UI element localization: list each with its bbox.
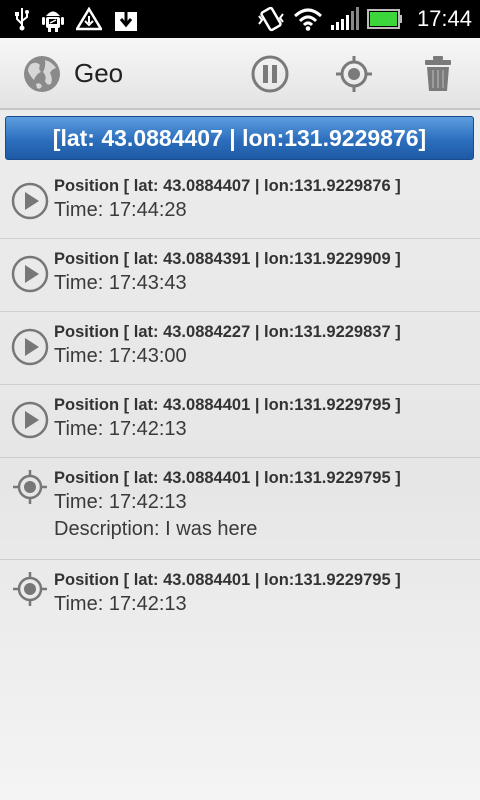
warning-icon xyxy=(76,7,102,31)
signal-icon xyxy=(330,7,359,31)
play-icon[interactable] xyxy=(11,328,49,366)
vibrate-icon xyxy=(257,6,285,32)
android-debug-icon xyxy=(42,6,64,32)
play-icon[interactable] xyxy=(11,401,49,439)
list-item[interactable]: Position [ lat: 43.0884401 | lon:131.922… xyxy=(0,458,480,560)
current-position-banner: [lat: 43.0884407 | lon:131.9229876] xyxy=(5,116,474,160)
position-list: Position [ lat: 43.0884407 | lon:131.922… xyxy=(0,166,480,633)
trash-icon xyxy=(418,54,458,94)
clock: 17:44 xyxy=(416,6,472,31)
position-text: Position [ lat: 43.0884407 | lon:131.922… xyxy=(54,177,401,195)
globe-icon[interactable] xyxy=(22,54,62,94)
delete-button[interactable] xyxy=(418,54,458,94)
position-text: Position [ lat: 43.0884401 | lon:131.922… xyxy=(54,571,401,589)
status-bar: 17:44 xyxy=(0,0,480,38)
play-icon[interactable] xyxy=(11,182,49,220)
time-text: Time: 17:43:43 xyxy=(54,272,187,294)
target-icon xyxy=(11,468,49,506)
notification-icons xyxy=(14,6,138,32)
wifi-icon xyxy=(293,7,323,31)
locate-icon xyxy=(334,54,374,94)
pause-button[interactable] xyxy=(250,54,290,94)
list-item[interactable]: Position [ lat: 43.0884407 | lon:131.922… xyxy=(0,166,480,239)
download-icon xyxy=(114,6,138,32)
time-text: Time: 17:44:28 xyxy=(54,199,187,221)
app-title: Geo xyxy=(74,58,124,88)
action-bar: Geo xyxy=(0,38,480,110)
pause-icon xyxy=(250,54,290,94)
description-text: Description: I was here xyxy=(54,518,258,540)
locate-button[interactable] xyxy=(334,54,374,94)
position-text: Position [ lat: 43.0884227 | lon:131.922… xyxy=(54,323,401,341)
position-text: Position [ lat: 43.0884401 | lon:131.922… xyxy=(54,469,401,487)
list-item[interactable]: Position [ lat: 43.0884401 | lon:131.922… xyxy=(0,560,480,633)
time-text: Time: 17:42:13 xyxy=(54,418,187,440)
time-text: Time: 17:42:13 xyxy=(54,491,187,513)
list-item[interactable]: Position [ lat: 43.0884227 | lon:131.922… xyxy=(0,312,480,385)
position-text: Position [ lat: 43.0884401 | lon:131.922… xyxy=(54,396,401,414)
list-item[interactable]: Position [ lat: 43.0884391 | lon:131.922… xyxy=(0,239,480,312)
position-text: Position [ lat: 43.0884391 | lon:131.922… xyxy=(54,250,401,268)
list-item[interactable]: Position [ lat: 43.0884401 | lon:131.922… xyxy=(0,385,480,458)
time-text: Time: 17:42:13 xyxy=(54,593,187,615)
time-text: Time: 17:43:00 xyxy=(54,345,187,367)
target-icon xyxy=(11,570,49,608)
battery-icon xyxy=(366,9,403,29)
play-icon[interactable] xyxy=(11,255,49,293)
usb-icon xyxy=(14,7,30,31)
system-icons: 17:44 xyxy=(257,4,472,34)
